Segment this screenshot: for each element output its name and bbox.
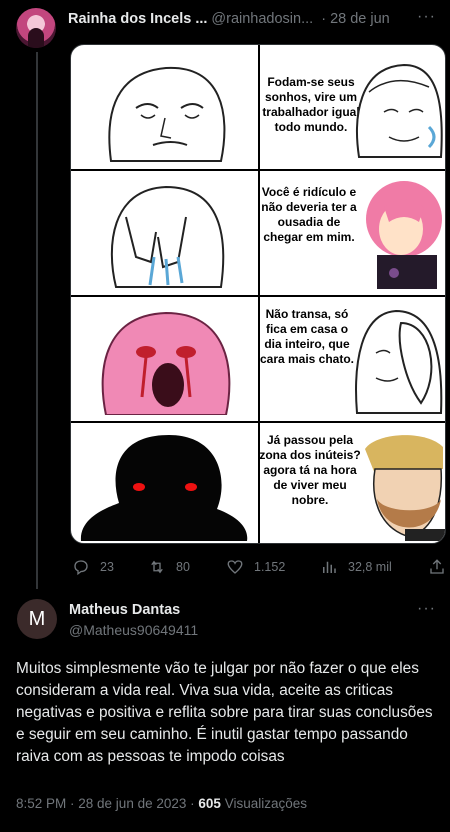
tweet-metadata: 8:52 PM · 28 de jun de 2023 · 605 Visual… xyxy=(16,796,307,811)
retweet-icon xyxy=(151,560,163,574)
pink-screaming-wojak-image xyxy=(101,311,231,415)
heart-icon xyxy=(227,560,243,574)
main-tweet: M Matheus Dantas @Matheus90649411 ··· Mu… xyxy=(0,592,450,832)
like-count: 1.152 xyxy=(254,560,286,574)
wojak-holding-mask-image xyxy=(355,309,443,414)
reply-icon xyxy=(74,560,88,576)
retweet-count: 80 xyxy=(176,560,190,574)
black-silhouette-wojak-image xyxy=(80,435,248,541)
share-icon xyxy=(430,559,444,574)
display-name[interactable]: Rainha dos Incels ... xyxy=(68,11,207,27)
reply-count: 23 xyxy=(100,560,114,574)
tweet-text: Muitos simplesmente vão te julgar por nã… xyxy=(16,660,433,765)
meme-caption-3: Não transa, só fica em casa o dia inteir… xyxy=(259,307,355,366)
avatar[interactable] xyxy=(16,8,56,48)
wojak-sad-face-image xyxy=(108,66,226,162)
display-name[interactable]: Matheus Dantas xyxy=(69,602,180,618)
tweet-media-image[interactable]: Fodam-se seus sonhos, vire um trabalhado… xyxy=(70,44,446,544)
views-count: 32,8 mil xyxy=(348,560,392,574)
meme-caption-4: Já passou pela zona dos inúteis? agora t… xyxy=(259,433,361,507)
reply-button[interactable]: 23 xyxy=(72,556,114,578)
views-label: Visualizações xyxy=(224,796,307,811)
views-count: 605 xyxy=(198,796,221,811)
wojak-mask-image xyxy=(356,63,443,158)
wojak-crying-hands-image xyxy=(110,185,225,288)
share-button[interactable] xyxy=(428,556,446,578)
pink-hair-girl-image xyxy=(366,181,442,289)
parent-tweet[interactable]: Rainha dos Incels ... @rainhadosin... · 2… xyxy=(0,0,450,592)
meme-caption-1: Fodam-se seus sonhos, vire um trabalhado… xyxy=(262,75,360,134)
avatar[interactable]: M xyxy=(17,599,57,639)
more-options-icon[interactable]: ··· xyxy=(417,600,436,618)
meme-divider xyxy=(258,45,260,543)
bar-chart-icon xyxy=(323,561,336,573)
views-button[interactable]: 32,8 mil xyxy=(320,556,392,578)
tweet-header: Rainha dos Incels ... @rainhadosin... · 2… xyxy=(68,11,418,31)
tweet-timestamp[interactable]: 8:52 PM · 28 de jun de 2023 · xyxy=(16,796,195,811)
meme-caption-2: Você é ridículo e não deveria ter a ousa… xyxy=(261,185,357,244)
user-handle[interactable]: @Matheus90649411 xyxy=(69,622,198,638)
yes-chad-image xyxy=(365,435,445,541)
like-button[interactable]: 1.152 xyxy=(226,556,285,578)
more-options-icon[interactable]: ··· xyxy=(417,8,436,26)
user-handle[interactable]: @rainhadosin... xyxy=(211,11,313,27)
tweet-date[interactable]: · 28 de jun xyxy=(321,11,390,27)
tweet-action-bar: 23 80 1.152 32,8 mil xyxy=(66,556,450,578)
retweet-button[interactable]: 80 xyxy=(148,556,190,578)
